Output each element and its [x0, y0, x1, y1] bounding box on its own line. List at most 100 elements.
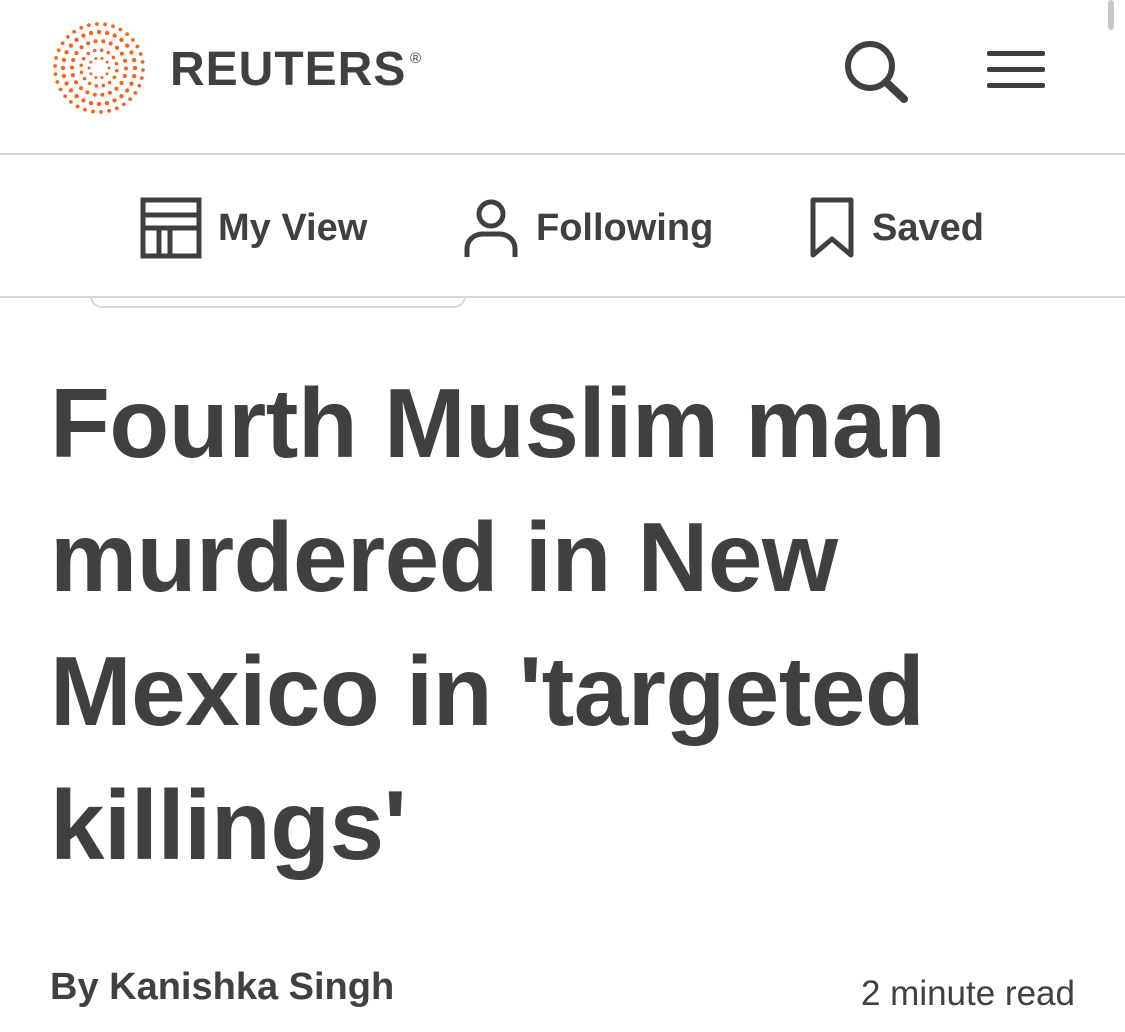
logo-dot [68, 43, 74, 48]
bookmark-icon [810, 197, 854, 258]
logo-dot [68, 88, 74, 93]
logo-dot [79, 25, 84, 30]
author-link[interactable]: Kanishka Singh [109, 966, 394, 1008]
logo-dot [105, 72, 109, 76]
byline-prefix: By [50, 966, 99, 1008]
logo-dot [61, 73, 67, 79]
logo-dot [122, 58, 128, 63]
logo-dot [87, 23, 91, 28]
logo-dot [88, 30, 94, 36]
logo-dot [82, 76, 87, 81]
logo-dot [81, 33, 86, 38]
logo-dot [69, 65, 75, 70]
logo-dot [54, 56, 59, 60]
registered-mark: ® [410, 50, 422, 67]
read-time: 2 minute read [860, 974, 1075, 1013]
logo-dot [131, 73, 137, 79]
logo-dot [60, 41, 65, 46]
logo-dot [96, 101, 102, 107]
my-view-link[interactable]: My View [140, 195, 367, 261]
logo-dot [114, 106, 119, 111]
logo-dot [129, 50, 134, 55]
logo-dot [86, 51, 91, 56]
logo-dot [74, 51, 79, 56]
logo-dot [79, 45, 84, 50]
logo-dot [141, 68, 145, 72]
logo-dot [94, 76, 98, 80]
logo-dot [69, 99, 73, 104]
saved-link[interactable]: Saved [808, 195, 984, 261]
my-view-label: My View [218, 206, 368, 249]
logo-dot [125, 32, 129, 37]
logo-dot [131, 57, 137, 63]
logo-dot [64, 50, 69, 55]
search-button[interactable] [840, 38, 910, 104]
logo-dot [81, 56, 86, 61]
logo-dot [124, 43, 130, 48]
logo-dot [129, 81, 134, 86]
logo-dot [74, 93, 79, 99]
logo-dot [101, 83, 106, 88]
logo-dot [104, 100, 110, 106]
logo-dot [93, 39, 98, 44]
logo-dot [138, 52, 143, 56]
logo-dot [133, 90, 138, 95]
reuters-logo-icon[interactable] [50, 22, 148, 114]
logo-dot [99, 48, 104, 52]
logo-dot [112, 98, 117, 103]
logo-dot [89, 72, 93, 76]
following-label: Following [536, 206, 714, 249]
logo-dot [96, 29, 102, 35]
menu-button[interactable] [985, 48, 1047, 92]
logo-dot [83, 107, 87, 112]
logo-dot [121, 102, 126, 107]
logo-dot [119, 80, 124, 85]
byline: By Kanishka Singh [50, 966, 394, 1009]
logo-dot [92, 92, 97, 97]
logo-dot [107, 80, 112, 85]
logo-dot [100, 92, 105, 97]
logo-dot [108, 41, 113, 46]
logo-dot [89, 60, 93, 64]
hamburger-menu-icon [987, 51, 1045, 88]
logo-dot [111, 24, 115, 29]
logo-dot [79, 63, 83, 68]
logo-dot [107, 66, 111, 70]
logo-dot [94, 56, 98, 60]
logo-dot [53, 72, 58, 76]
logo-dot [53, 64, 57, 68]
logo-dot [140, 60, 145, 64]
logo-dot [101, 39, 106, 44]
logo-dot [124, 88, 130, 93]
logo-dot [114, 45, 120, 50]
logo-dot [132, 65, 138, 71]
article-page: REUTERS ® My View Following Saved Fourth… [0, 0, 1125, 1032]
brand-name[interactable]: REUTERS [170, 40, 406, 100]
logo-dot [112, 75, 117, 80]
logo-dot [56, 48, 61, 53]
logo-dot [104, 30, 110, 36]
article-headline: Fourth Muslim man murdered in New Mexico… [50, 368, 946, 880]
logo-dot [61, 57, 67, 63]
logo-dot [118, 27, 123, 32]
logo-dot [115, 68, 119, 73]
logo-dot [60, 65, 66, 71]
logo-dot [95, 22, 99, 26]
logo-dot [119, 37, 124, 43]
logo-dot [74, 37, 79, 43]
saved-label: Saved [872, 206, 984, 249]
logo-dot [64, 81, 69, 86]
logo-dot [103, 22, 107, 27]
logo-dot [94, 84, 99, 88]
top-bar: REUTERS ® [0, 0, 1125, 155]
logo-dot [72, 29, 77, 34]
logo-dot [75, 104, 80, 109]
logo-dot [86, 41, 91, 46]
logo-dot [130, 37, 135, 42]
logo-dot [78, 86, 84, 91]
collapsed-tab-edge [90, 296, 466, 308]
following-link[interactable]: Following [462, 195, 713, 261]
logo-dot [63, 94, 68, 99]
logo-dot [119, 51, 124, 56]
logo-dot [85, 90, 90, 95]
